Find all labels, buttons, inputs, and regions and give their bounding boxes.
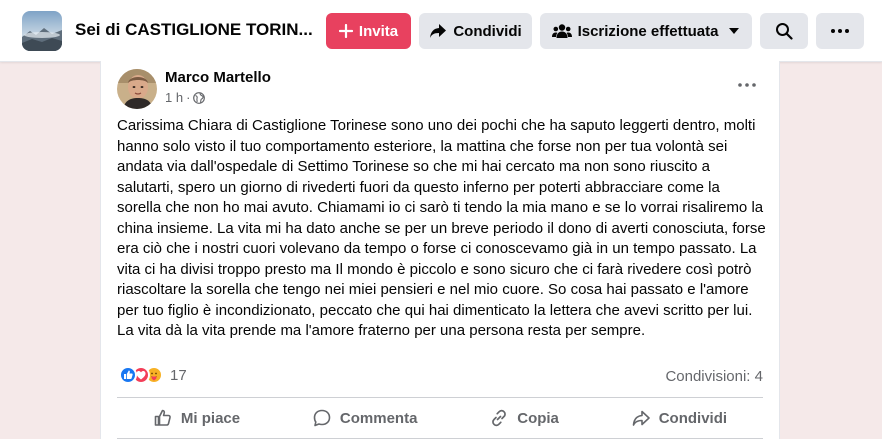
- group-header: Sei di CASTIGLIONE TORIN... Invita Condi…: [0, 0, 882, 62]
- actions-divider: [117, 397, 763, 398]
- more-options-button[interactable]: [816, 13, 864, 49]
- thumbs-up-icon: [154, 409, 171, 426]
- comment-label: Commenta: [339, 409, 418, 427]
- joined-label: Iscrizione effettuata: [577, 22, 719, 40]
- caret-down-icon: [729, 28, 740, 34]
- comment-button[interactable]: Commenta: [300, 404, 430, 432]
- share-button[interactable]: Condividi: [619, 404, 739, 432]
- like-label: Mi piace: [180, 409, 241, 427]
- like-reaction-icon: [119, 366, 137, 384]
- post-meta: 1 h ·: [165, 90, 206, 105]
- meta-separator: ·: [186, 90, 191, 105]
- like-button[interactable]: Mi piace: [141, 404, 252, 432]
- plus-icon: [338, 24, 353, 38]
- post-text: Carissima Chiara di Castiglione Torinese…: [117, 117, 766, 339]
- avatar[interactable]: [117, 69, 157, 109]
- joined-membership-button[interactable]: Iscrizione effettuata: [540, 13, 752, 49]
- reactions-summary[interactable]: 17: [119, 366, 187, 384]
- shares-count[interactable]: Condivisioni: 4: [665, 368, 763, 385]
- group-cover-thumbnail[interactable]: [22, 11, 62, 51]
- members-icon: [551, 24, 572, 38]
- link-icon: [492, 409, 507, 427]
- more-dots-icon: [738, 83, 756, 87]
- search-icon: [776, 23, 793, 40]
- share-group-button[interactable]: Condividi: [419, 13, 532, 49]
- invite-label: Invita: [358, 22, 399, 40]
- share-arrow-icon: [632, 410, 650, 426]
- comment-bubble-icon: [313, 409, 331, 427]
- more-dots-icon: [831, 29, 849, 33]
- reaction-count: 17: [170, 366, 187, 384]
- copy-label: Copia: [517, 409, 559, 427]
- invite-button[interactable]: Invita: [326, 13, 411, 49]
- group-name[interactable]: Sei di CASTIGLIONE TORIN...: [75, 20, 313, 40]
- post-author[interactable]: Marco Martello: [165, 69, 271, 86]
- copy-button[interactable]: Copia: [477, 404, 571, 432]
- globe-icon: [193, 91, 206, 104]
- post-time[interactable]: 1 h: [165, 90, 183, 105]
- post-options-button[interactable]: [733, 73, 761, 97]
- search-button[interactable]: [760, 13, 808, 49]
- post-card: Marco Martello 1 h · Carissima Chiara di…: [100, 61, 780, 439]
- share-group-label: Condividi: [453, 22, 522, 40]
- share-arrow-icon: [430, 24, 447, 38]
- post-actions-bar: Mi piace Commenta Copia Condividi: [117, 401, 763, 435]
- share-label: Condividi: [658, 409, 728, 427]
